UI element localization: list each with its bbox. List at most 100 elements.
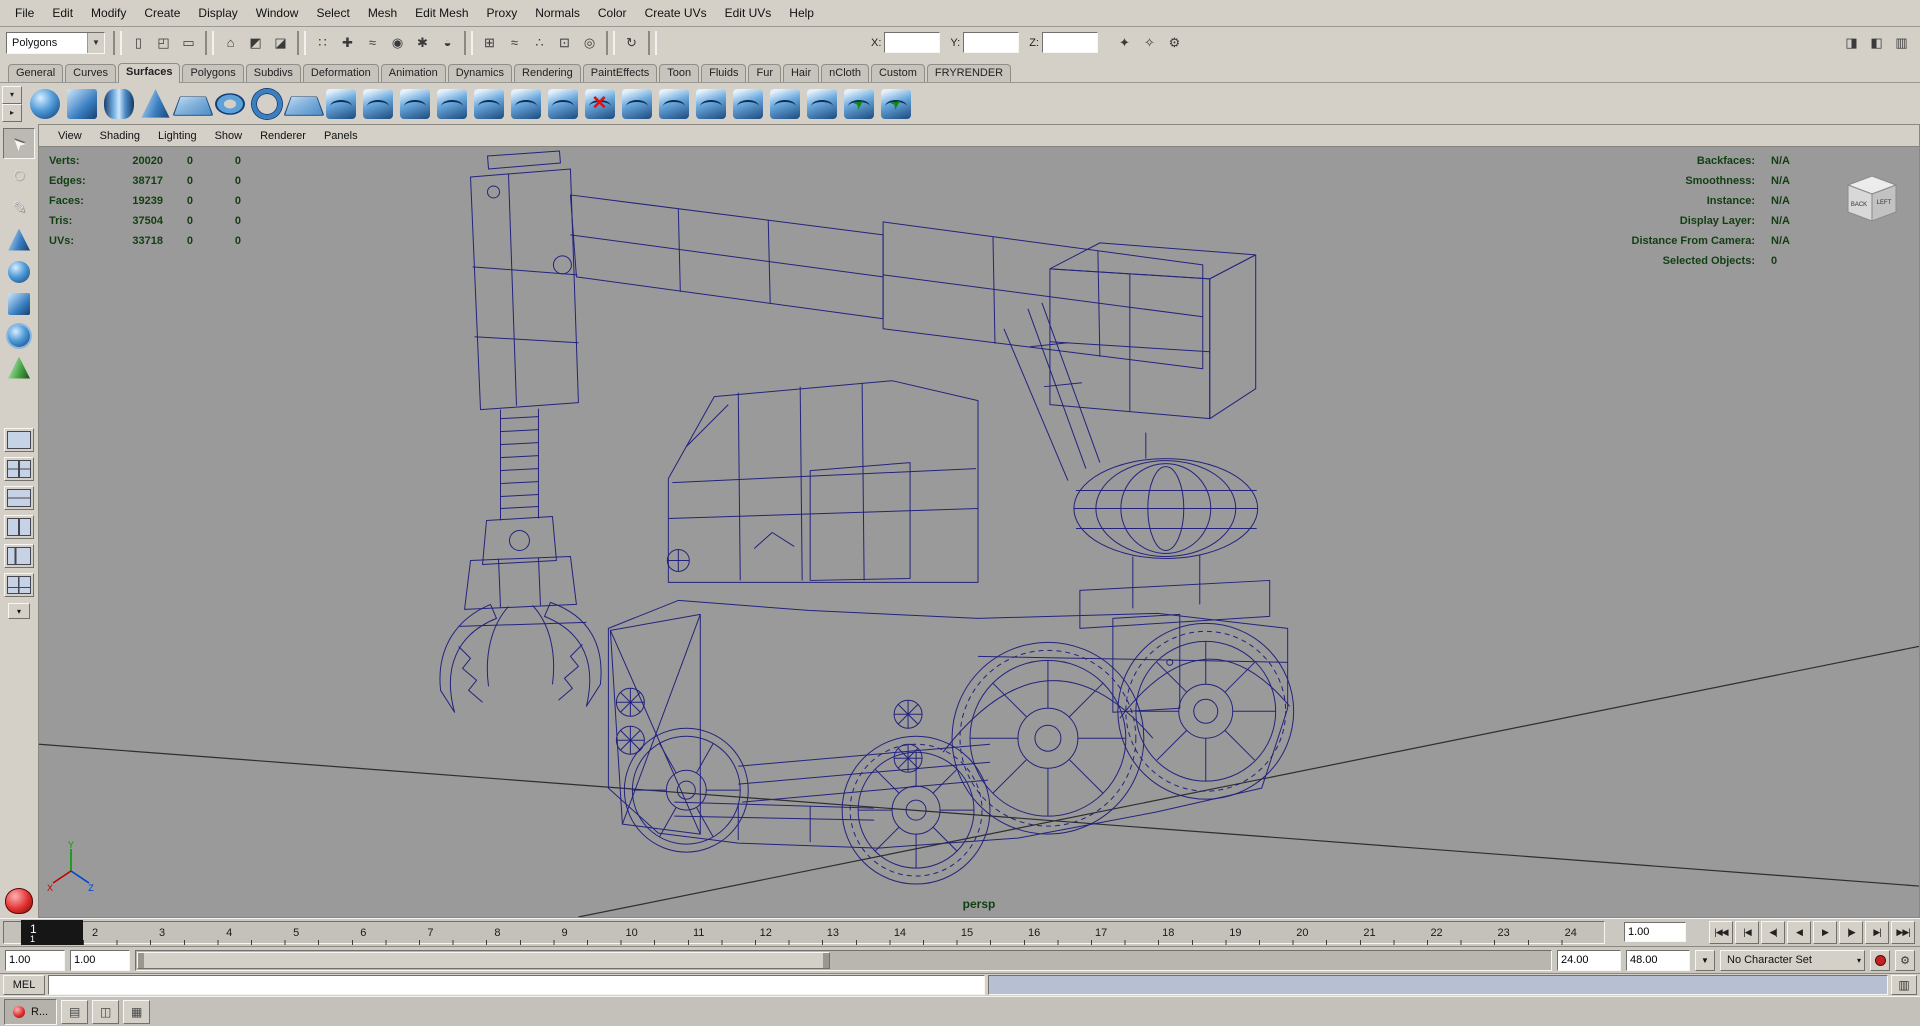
nurbs-circle-button[interactable]: [248, 85, 285, 122]
current-frame-marker[interactable]: 1 1: [21, 920, 83, 945]
panel-menu-renderer[interactable]: Renderer: [251, 128, 315, 144]
new-scene-icon[interactable]: ▯: [126, 30, 151, 55]
view-cube-face-back[interactable]: BACK: [1851, 202, 1867, 208]
align-surfaces-button[interactable]: [766, 85, 803, 122]
viewport-canvas[interactable]: Verts: 20020 0 0 Edges: 38717 0 0 Faces: 19239 0 0 T…: [39, 147, 1919, 917]
layout-two-panes-stacked-button[interactable]: [4, 486, 34, 510]
animation-end-input[interactable]: [1627, 950, 1689, 970]
menu-proxy[interactable]: Proxy: [478, 3, 527, 23]
animation-start-field[interactable]: [5, 949, 65, 971]
rotate-tool[interactable]: [3, 256, 35, 287]
nurbs-cone-button[interactable]: [137, 85, 174, 122]
mask-surfaces-icon[interactable]: ◉: [385, 30, 410, 55]
play-forwards-button[interactable]: ▶: [1813, 921, 1837, 944]
menu-select[interactable]: Select: [307, 3, 358, 23]
current-time-field[interactable]: [1624, 922, 1686, 942]
ipr-render-icon[interactable]: ✧: [1137, 30, 1162, 55]
mask-lines-icon[interactable]: ≈: [360, 30, 385, 55]
y-coordinate-field[interactable]: [963, 32, 1020, 53]
select-by-hierarchy-icon[interactable]: ⌂: [218, 30, 243, 55]
nurbs-torus-button[interactable]: [211, 85, 248, 122]
lasso-tool[interactable]: [3, 160, 35, 191]
snap-to-plane-icon[interactable]: ⊡: [552, 30, 577, 55]
layout-persp-graph-button[interactable]: [4, 573, 34, 597]
insert-isoparms-button[interactable]: [840, 85, 877, 122]
go-to-start-button[interactable]: |◀◀: [1709, 921, 1733, 944]
animation-start-input[interactable]: [6, 950, 64, 970]
open-scene-icon[interactable]: ◰: [151, 30, 176, 55]
loft-button[interactable]: [359, 85, 396, 122]
command-language-button[interactable]: MEL: [3, 975, 45, 995]
playback-end-input[interactable]: [1558, 950, 1620, 970]
layout-four-panes-button[interactable]: [4, 457, 34, 481]
menu-create[interactable]: Create: [135, 3, 189, 23]
bevel-button[interactable]: [544, 85, 581, 122]
shelf-tab-ncloth[interactable]: nCloth: [821, 64, 869, 82]
attribute-editor-toggle-icon[interactable]: ◨: [1839, 30, 1864, 55]
menu-mesh[interactable]: Mesh: [359, 3, 406, 23]
shelf-tab-deformation[interactable]: Deformation: [302, 64, 379, 82]
render-settings-icon[interactable]: ⚙: [1162, 30, 1187, 55]
layout-shortcuts-menu-button[interactable]: ▾: [8, 603, 30, 619]
shelf-tab-curves[interactable]: Curves: [65, 64, 116, 82]
shelf-tab-subdivs[interactable]: Subdivs: [245, 64, 301, 82]
move-tool[interactable]: [3, 224, 35, 255]
nurbs-cube-button[interactable]: [63, 85, 100, 122]
script-editor-button[interactable]: ▥: [1891, 975, 1917, 995]
menu-edit-mesh[interactable]: Edit Mesh: [406, 3, 477, 23]
character-set-selector[interactable]: No Character Set ▾: [1720, 949, 1865, 971]
playback-start-input[interactable]: [71, 950, 129, 970]
snap-to-point-icon[interactable]: ∴: [527, 30, 552, 55]
untrim-button[interactable]: [655, 85, 692, 122]
layout-two-panes-side-button[interactable]: [4, 515, 34, 539]
planar-button[interactable]: [396, 85, 433, 122]
view-cube-face-left[interactable]: LEFT: [1877, 200, 1892, 206]
command-input[interactable]: [49, 976, 984, 994]
tool-settings-toggle-icon[interactable]: ◧: [1864, 30, 1889, 55]
render-current-frame-icon[interactable]: ✦: [1112, 30, 1137, 55]
attach-surfaces-button[interactable]: [692, 85, 729, 122]
menu-edit-uvs[interactable]: Edit UVs: [716, 3, 781, 23]
shelf-tab-dynamics[interactable]: Dynamics: [447, 64, 513, 82]
shelf-tab-polygons[interactable]: Polygons: [182, 64, 244, 82]
current-time-input[interactable]: [1625, 923, 1685, 941]
command-input-field[interactable]: [48, 975, 985, 995]
shelf-tab-toon[interactable]: Toon: [659, 64, 700, 82]
panel-menu-show[interactable]: Show: [206, 128, 252, 144]
z-coordinate-field[interactable]: [1041, 32, 1098, 53]
birail-button[interactable]: [470, 85, 507, 122]
time-slider[interactable]: 2 3 4 5 6 7 8 9 10 11 12 13 14 15 16 17 18 19 20 21 22 23 24 1…: [0, 918, 1920, 947]
maya-app-icon[interactable]: [5, 888, 33, 914]
play-backwards-button[interactable]: ◀: [1787, 921, 1811, 944]
mask-rendering-icon[interactable]: ◒: [435, 30, 460, 55]
shelf-options-button[interactable]: ▸: [2, 103, 22, 122]
trim-tool-button[interactable]: [618, 85, 655, 122]
save-scene-icon[interactable]: ▭: [176, 30, 201, 55]
boolean-difference-button[interactable]: [581, 85, 618, 122]
animation-preferences-button[interactable]: ⚙: [1895, 949, 1915, 971]
scale-tool[interactable]: [3, 288, 35, 319]
menu-modify[interactable]: Modify: [82, 3, 135, 23]
soft-modification-tool[interactable]: [3, 352, 35, 383]
paint-select-tool[interactable]: [3, 192, 35, 223]
layout-persp-outliner-button[interactable]: [4, 544, 34, 568]
extrude-button[interactable]: [433, 85, 470, 122]
z-coordinate-input[interactable]: [1042, 33, 1097, 52]
shelf-tab-general[interactable]: General: [8, 64, 64, 82]
snap-to-curve-icon[interactable]: ≈: [502, 30, 527, 55]
shelf-tab-rendering[interactable]: Rendering: [514, 64, 581, 82]
revolve-button[interactable]: [322, 85, 359, 122]
step-back-key-button[interactable]: ◀|: [1761, 921, 1785, 944]
shelf-tab-surfaces[interactable]: Surfaces: [117, 63, 181, 83]
nurbs-cylinder-button[interactable]: [100, 85, 137, 122]
view-cube[interactable]: BACK LEFT: [1839, 167, 1905, 227]
shelf-tab-fur[interactable]: Fur: [748, 64, 781, 82]
open-close-surface-button[interactable]: [803, 85, 840, 122]
playback-start-field[interactable]: [70, 949, 130, 971]
mask-points-icon[interactable]: ∷: [310, 30, 335, 55]
nurbs-sphere-button[interactable]: [26, 85, 63, 122]
select-by-component-icon[interactable]: ◪: [268, 30, 293, 55]
menu-normals[interactable]: Normals: [526, 3, 589, 23]
taskbar-window-button-1[interactable]: ▤: [61, 999, 89, 1024]
universal-manipulator-tool[interactable]: [3, 320, 35, 351]
